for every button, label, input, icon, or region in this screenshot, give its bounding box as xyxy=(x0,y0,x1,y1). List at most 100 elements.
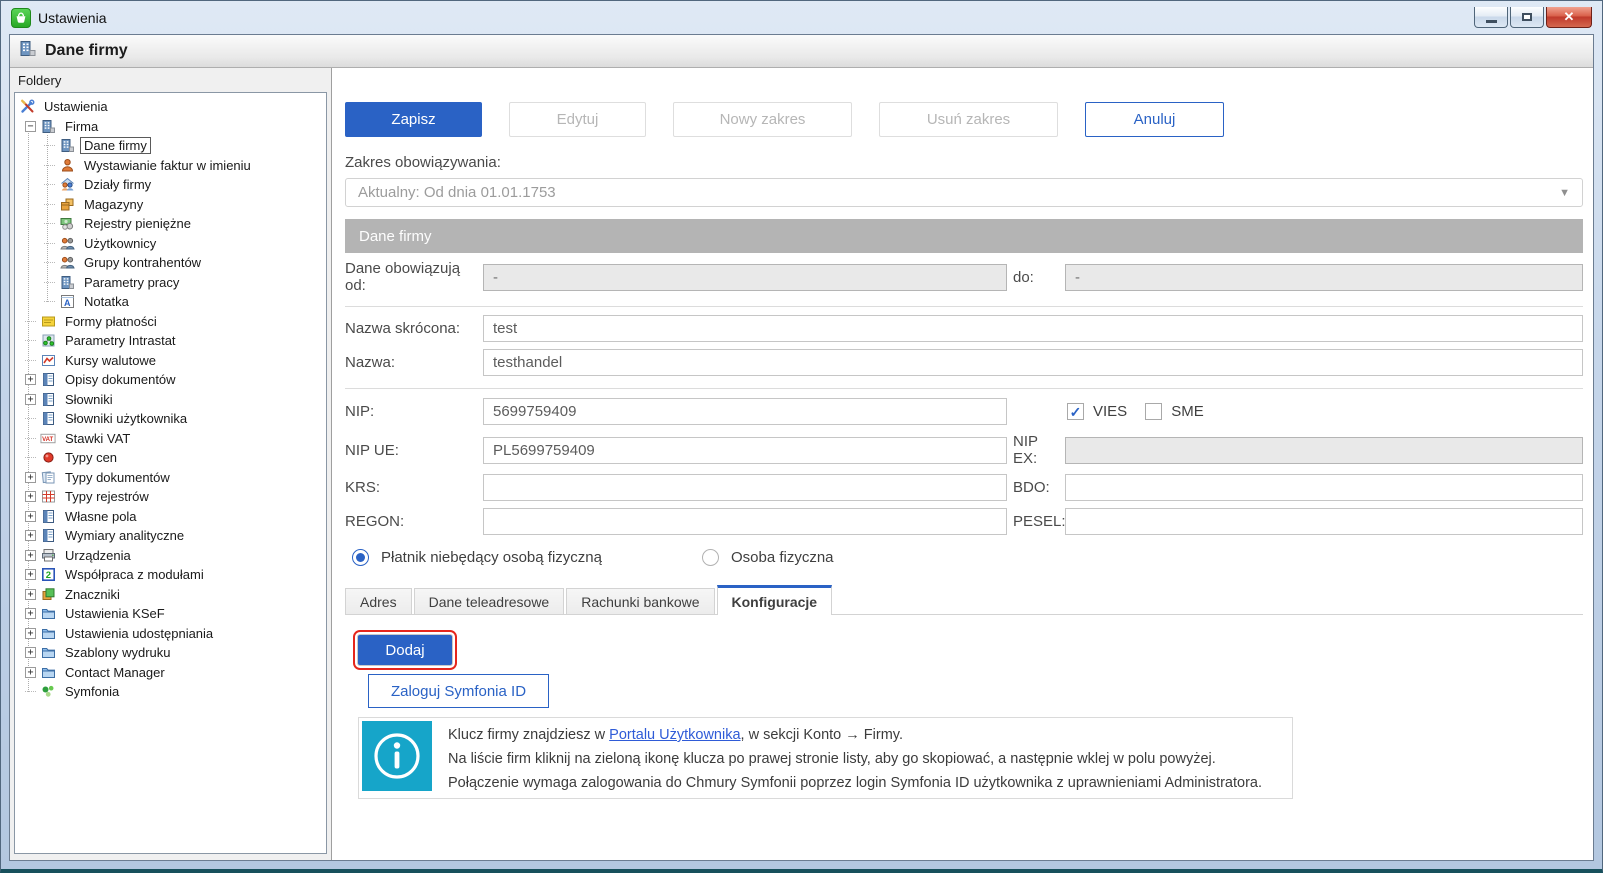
tree-item-label: Rejestry pieniężne xyxy=(80,215,195,232)
dates-to-field[interactable] xyxy=(1065,264,1583,291)
doctypes-icon xyxy=(40,470,56,485)
company-icon xyxy=(40,119,56,134)
radio-label: Osoba fizyczna xyxy=(731,549,834,566)
expander-plus-icon[interactable]: + xyxy=(25,374,36,385)
info-text: Klucz firmy znajdziesz w Portalu Użytkow… xyxy=(432,721,1262,795)
tab-konfiguracje[interactable]: Konfiguracje xyxy=(717,585,833,615)
close-button[interactable]: ✕ xyxy=(1546,7,1592,28)
tree-item-znaczniki[interactable]: +Znaczniki xyxy=(17,585,324,605)
bdo-label: BDO: xyxy=(1013,479,1065,496)
tree-item-grupy-kontrahentow[interactable]: Grupy kontrahentów xyxy=(17,253,324,273)
page-header: Dane firmy xyxy=(10,35,1593,68)
krs-field[interactable] xyxy=(483,474,1007,501)
expander-plus-icon[interactable]: + xyxy=(25,569,36,580)
svg-text:VAT: VAT xyxy=(42,437,53,443)
tree-item-kursy-walutowe[interactable]: Kursy walutowe xyxy=(17,351,324,371)
tree-item-wlasne-pola[interactable]: + Własne pola xyxy=(17,507,324,527)
tree-item-label: Opisy dokumentów xyxy=(61,371,180,388)
tree-item-wspolpraca-z-modulami[interactable]: +2Współpraca z modułami xyxy=(17,565,324,585)
expander-minus-icon[interactable]: − xyxy=(25,121,36,132)
vies-checkbox[interactable]: ✓ VIES xyxy=(1067,403,1127,420)
expander-plus-icon[interactable]: + xyxy=(25,647,36,658)
nip-ue-field[interactable] xyxy=(483,437,1007,464)
zapisz-button[interactable]: Zapisz xyxy=(345,102,482,137)
tree-item-stawki-vat[interactable]: VAT Stawki VAT xyxy=(17,429,324,449)
tree-guide-stub xyxy=(44,204,55,205)
tree-item-ustawienia-udostepniania[interactable]: +Ustawienia udostępniania xyxy=(17,624,324,644)
nip-ex-label: NIP EX: xyxy=(1013,433,1065,467)
maximize-button[interactable] xyxy=(1510,7,1544,28)
zaloguj-symfonia-id-button[interactable]: Zaloguj Symfonia ID xyxy=(368,674,549,708)
nip-ue-label: NIP UE: xyxy=(345,442,483,459)
tree-item-uzytkownicy[interactable]: Użytkownicy xyxy=(17,234,324,254)
tree-item-firma[interactable]: − Firma xyxy=(17,117,324,137)
tree-item-szablony-wydruku[interactable]: +Szablony wydruku xyxy=(17,643,324,663)
expander-plus-icon[interactable]: + xyxy=(25,628,36,639)
tree-item-contact-manager[interactable]: +Contact Manager xyxy=(17,663,324,683)
tree-item-opisy-dokumentow[interactable]: + Opisy dokumentów xyxy=(17,370,324,390)
tree-item-rejestry-pieniezne[interactable]: Rejestry pieniężne xyxy=(17,214,324,234)
expander-plus-icon[interactable]: + xyxy=(25,511,36,522)
folders-tree: Ustawienia − FirmaDane firmyWystawianie fa… xyxy=(14,92,327,854)
tree-item-slowniki[interactable]: +Słowniki xyxy=(17,390,324,410)
grid-icon xyxy=(40,489,56,504)
tree-item-label: Stawki VAT xyxy=(61,430,134,447)
expander-plus-icon[interactable]: + xyxy=(25,667,36,678)
short-name-field[interactable] xyxy=(483,315,1583,342)
minimize-button[interactable] xyxy=(1474,7,1508,28)
tree-item-dzialy-firmy[interactable]: Działy firmy xyxy=(17,175,324,195)
regon-field[interactable] xyxy=(483,508,1007,535)
expander-plus-icon[interactable]: + xyxy=(25,589,36,600)
tab-rachunki-bankowe[interactable]: Rachunki bankowe xyxy=(566,588,714,614)
expander-plus-icon[interactable]: + xyxy=(25,608,36,619)
pesel-field[interactable] xyxy=(1065,508,1583,535)
tree-item-label: Typy dokumentów xyxy=(61,469,174,486)
name-field[interactable] xyxy=(483,349,1583,376)
dodaj-button[interactable]: Dodaj xyxy=(358,635,452,665)
tree-item-wystawianie-faktur-w-imieniu[interactable]: Wystawianie faktur w imieniu xyxy=(17,156,324,176)
portal-uzytkownika-link[interactable]: Portalu Użytkownika xyxy=(609,727,740,743)
expander-plus-icon[interactable]: + xyxy=(25,472,36,483)
zakres-dropdown[interactable]: Aktualny: Od dnia 01.01.1753 ▼ xyxy=(345,178,1583,207)
toolbar: ZapiszEdytujNowy zakresUsuń zakresAnuluj xyxy=(345,102,1583,137)
tree-item-typy-dokumentow[interactable]: + Typy dokumentów xyxy=(17,468,324,488)
tab-dane-teleadresowe[interactable]: Dane teleadresowe xyxy=(414,588,565,614)
tree-item-urzadzenia[interactable]: +Urządzenia xyxy=(17,546,324,566)
tree-item-notatka[interactable]: ANotatka xyxy=(17,292,324,312)
expander-plus-icon[interactable]: + xyxy=(25,491,36,502)
anuluj-button[interactable]: Anuluj xyxy=(1085,102,1224,137)
tab-adres[interactable]: Adres xyxy=(345,588,412,614)
tree-item-symfonia[interactable]: Symfonia xyxy=(17,682,324,702)
tree-item-wymiary-analityczne[interactable]: +Wymiary analityczne xyxy=(17,526,324,546)
tree-item-label: Kursy walutowe xyxy=(61,352,160,369)
tree-item-slowniki-uzytkownika[interactable]: Słowniki użytkownika xyxy=(17,409,324,429)
tree-item-ustawienia-ksef[interactable]: +Ustawienia KSeF xyxy=(17,604,324,624)
tree-item-dane-firmy[interactable]: Dane firmy xyxy=(17,136,324,156)
tree-item-typy-rejestrow[interactable]: +Typy rejestrów xyxy=(17,487,324,507)
tree-guide-stub xyxy=(25,457,36,458)
expander-plus-icon[interactable]: + xyxy=(25,394,36,405)
tree-item-ustawienia[interactable]: Ustawienia xyxy=(17,97,324,117)
tree-item-label: Własne pola xyxy=(61,508,141,525)
company-icon xyxy=(59,138,75,153)
zaloguj-row: Zaloguj Symfonia ID xyxy=(345,674,1583,708)
sme-checkbox[interactable]: ✓ SME xyxy=(1145,403,1204,420)
vies-label: VIES xyxy=(1093,403,1127,420)
radio-osoba-fizyczna[interactable]: Osoba fizyczna xyxy=(702,549,834,566)
tree-item-label: Firma xyxy=(61,118,102,135)
expander-plus-icon[interactable]: + xyxy=(25,550,36,561)
tree-item-parametry-intrastat[interactable]: Parametry Intrastat xyxy=(17,331,324,351)
tree-item-typy-cen[interactable]: Typy cen xyxy=(17,448,324,468)
zakres-dropdown-value: Aktualny: Od dnia 01.01.1753 xyxy=(358,184,556,201)
expander-plus-icon[interactable]: + xyxy=(25,530,36,541)
radio-platnik-niebedacy[interactable]: Płatnik niebędący osobą fizyczną xyxy=(352,549,602,566)
bdo-field[interactable] xyxy=(1065,474,1583,501)
tree-item-parametry-pracy[interactable]: Parametry pracy xyxy=(17,273,324,293)
titlebar: Ustawienia ✕ xyxy=(9,1,1594,34)
dates-from-field[interactable] xyxy=(483,264,1007,291)
dates-row: Dane obowiązują od: do: xyxy=(345,260,1583,294)
nip-field[interactable] xyxy=(483,398,1007,425)
nip-ex-field[interactable] xyxy=(1065,437,1583,464)
tree-item-formy-platnosci[interactable]: Formy płatności xyxy=(17,312,324,332)
tree-item-magazyny[interactable]: Magazyny xyxy=(17,195,324,215)
